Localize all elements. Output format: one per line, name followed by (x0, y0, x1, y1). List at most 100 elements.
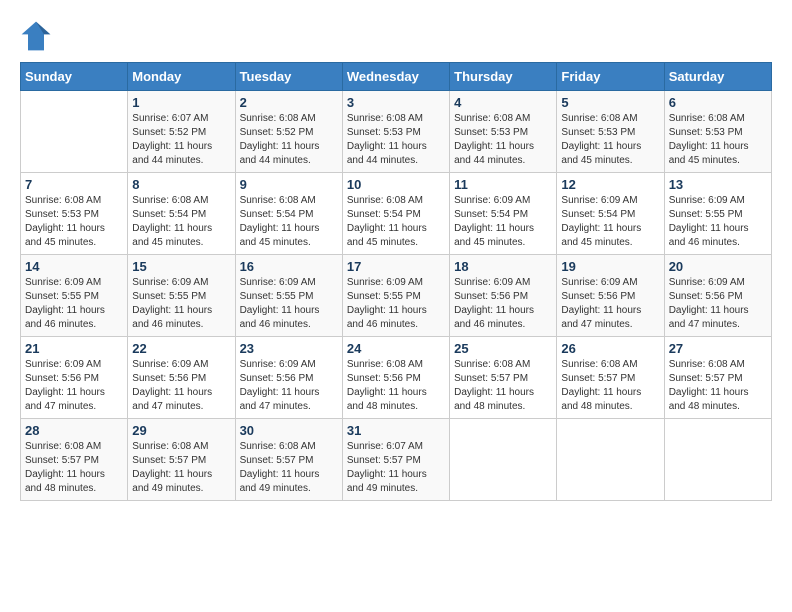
day-number: 12 (561, 177, 659, 192)
day-info: Sunrise: 6:09 AM Sunset: 5:55 PM Dayligh… (347, 276, 445, 332)
logo (20, 20, 56, 52)
day-info: Sunrise: 6:09 AM Sunset: 5:55 PM Dayligh… (240, 276, 338, 332)
day-number: 19 (561, 259, 659, 274)
page-header (20, 20, 772, 52)
day-info: Sunrise: 6:08 AM Sunset: 5:53 PM Dayligh… (561, 112, 659, 168)
day-info: Sunrise: 6:08 AM Sunset: 5:52 PM Dayligh… (240, 112, 338, 168)
day-cell: 29 Sunrise: 6:08 AM Sunset: 5:57 PM Dayli… (128, 419, 235, 501)
day-info: Sunrise: 6:09 AM Sunset: 5:55 PM Dayligh… (132, 276, 230, 332)
day-info: Sunrise: 6:09 AM Sunset: 5:56 PM Dayligh… (669, 276, 767, 332)
day-cell: 23Sunrise: 6:09 AM Sunset: 5:56 PM Dayli… (235, 337, 342, 419)
day-cell: 21 Sunrise: 6:09 AM Sunset: 5:56 PM Dayli… (21, 337, 128, 419)
day-info: Sunrise: 6:08 AM Sunset: 5:53 PM Dayligh… (669, 112, 767, 168)
day-number: 10 (347, 177, 445, 192)
day-number: 28 (25, 423, 123, 438)
day-cell: 31 Sunrise: 6:07 AM Sunset: 5:57 PM Dayli… (342, 419, 449, 501)
day-number: 5 (561, 95, 659, 110)
week-row-5: 28 Sunrise: 6:08 AM Sunset: 5:57 PM Dayli… (21, 419, 772, 501)
week-row-2: 7 Sunrise: 6:08 AM Sunset: 5:53 PM Daylig… (21, 173, 772, 255)
day-info: Sunrise: 6:09 AM Sunset: 5:55 PM Dayligh… (669, 194, 767, 250)
day-cell (664, 419, 771, 501)
day-cell: 25Sunrise: 6:08 AM Sunset: 5:57 PM Dayli… (450, 337, 557, 419)
calendar-table: SundayMondayTuesdayWednesdayThursdayFrid… (20, 62, 772, 501)
day-info: Sunrise: 6:08 AM Sunset: 5:57 PM Dayligh… (132, 440, 230, 496)
day-cell: 3Sunrise: 6:08 AM Sunset: 5:53 PM Daylig… (342, 91, 449, 173)
day-cell: 18 Sunrise: 6:09 AM Sunset: 5:56 PM Dayli… (450, 255, 557, 337)
header-cell-friday: Friday (557, 63, 664, 91)
day-info: Sunrise: 6:08 AM Sunset: 5:57 PM Dayligh… (669, 358, 767, 414)
day-cell: 16 Sunrise: 6:09 AM Sunset: 5:55 PM Dayli… (235, 255, 342, 337)
day-cell (450, 419, 557, 501)
day-number: 26 (561, 341, 659, 356)
day-cell: 7 Sunrise: 6:08 AM Sunset: 5:53 PM Daylig… (21, 173, 128, 255)
day-number: 6 (669, 95, 767, 110)
day-info: Sunrise: 6:08 AM Sunset: 5:53 PM Dayligh… (347, 112, 445, 168)
week-row-1: 1 Sunrise: 6:07 AM Sunset: 5:52 PM Daylig… (21, 91, 772, 173)
day-cell: 13 Sunrise: 6:09 AM Sunset: 5:55 PM Dayli… (664, 173, 771, 255)
day-cell: 9 Sunrise: 6:08 AM Sunset: 5:54 PM Daylig… (235, 173, 342, 255)
day-info: Sunrise: 6:08 AM Sunset: 5:57 PM Dayligh… (454, 358, 552, 414)
day-cell: 28 Sunrise: 6:08 AM Sunset: 5:57 PM Dayli… (21, 419, 128, 501)
day-info: Sunrise: 6:07 AM Sunset: 5:52 PM Dayligh… (132, 112, 230, 168)
day-info: Sunrise: 6:08 AM Sunset: 5:54 PM Dayligh… (240, 194, 338, 250)
day-number: 7 (25, 177, 123, 192)
day-cell: 27 Sunrise: 6:08 AM Sunset: 5:57 PM Dayli… (664, 337, 771, 419)
day-number: 27 (669, 341, 767, 356)
day-cell: 1 Sunrise: 6:07 AM Sunset: 5:52 PM Daylig… (128, 91, 235, 173)
day-cell: 24 Sunrise: 6:08 AM Sunset: 5:56 PM Dayli… (342, 337, 449, 419)
day-number: 24 (347, 341, 445, 356)
day-info: Sunrise: 6:09 AM Sunset: 5:56 PM Dayligh… (454, 276, 552, 332)
day-cell: 2Sunrise: 6:08 AM Sunset: 5:52 PM Daylig… (235, 91, 342, 173)
day-info: Sunrise: 6:08 AM Sunset: 5:53 PM Dayligh… (454, 112, 552, 168)
day-cell: 8Sunrise: 6:08 AM Sunset: 5:54 PM Daylig… (128, 173, 235, 255)
day-number: 21 (25, 341, 123, 356)
day-info: Sunrise: 6:08 AM Sunset: 5:54 PM Dayligh… (132, 194, 230, 250)
day-cell: 14Sunrise: 6:09 AM Sunset: 5:55 PM Dayli… (21, 255, 128, 337)
day-cell: 15 Sunrise: 6:09 AM Sunset: 5:55 PM Dayli… (128, 255, 235, 337)
day-info: Sunrise: 6:09 AM Sunset: 5:54 PM Dayligh… (454, 194, 552, 250)
day-number: 23 (240, 341, 338, 356)
header-cell-saturday: Saturday (664, 63, 771, 91)
day-cell: 17 Sunrise: 6:09 AM Sunset: 5:55 PM Dayli… (342, 255, 449, 337)
header-cell-thursday: Thursday (450, 63, 557, 91)
day-number: 13 (669, 177, 767, 192)
day-info: Sunrise: 6:07 AM Sunset: 5:57 PM Dayligh… (347, 440, 445, 496)
day-info: Sunrise: 6:09 AM Sunset: 5:56 PM Dayligh… (25, 358, 123, 414)
day-number: 1 (132, 95, 230, 110)
day-number: 16 (240, 259, 338, 274)
calendar-header: SundayMondayTuesdayWednesdayThursdayFrid… (21, 63, 772, 91)
day-number: 17 (347, 259, 445, 274)
day-info: Sunrise: 6:09 AM Sunset: 5:56 PM Dayligh… (132, 358, 230, 414)
day-number: 31 (347, 423, 445, 438)
day-number: 22 (132, 341, 230, 356)
day-cell: 30Sunrise: 6:08 AM Sunset: 5:57 PM Dayli… (235, 419, 342, 501)
day-number: 30 (240, 423, 338, 438)
day-info: Sunrise: 6:08 AM Sunset: 5:53 PM Dayligh… (25, 194, 123, 250)
week-row-3: 14Sunrise: 6:09 AM Sunset: 5:55 PM Dayli… (21, 255, 772, 337)
header-cell-tuesday: Tuesday (235, 63, 342, 91)
day-cell: 19 Sunrise: 6:09 AM Sunset: 5:56 PM Dayli… (557, 255, 664, 337)
day-info: Sunrise: 6:09 AM Sunset: 5:55 PM Dayligh… (25, 276, 123, 332)
day-cell: 4Sunrise: 6:08 AM Sunset: 5:53 PM Daylig… (450, 91, 557, 173)
day-cell: 20 Sunrise: 6:09 AM Sunset: 5:56 PM Dayli… (664, 255, 771, 337)
day-info: Sunrise: 6:09 AM Sunset: 5:56 PM Dayligh… (561, 276, 659, 332)
header-cell-sunday: Sunday (21, 63, 128, 91)
day-number: 20 (669, 259, 767, 274)
day-number: 9 (240, 177, 338, 192)
day-number: 15 (132, 259, 230, 274)
calendar-body: 1 Sunrise: 6:07 AM Sunset: 5:52 PM Daylig… (21, 91, 772, 501)
header-cell-monday: Monday (128, 63, 235, 91)
day-number: 18 (454, 259, 552, 274)
day-cell: 26 Sunrise: 6:08 AM Sunset: 5:57 PM Dayli… (557, 337, 664, 419)
day-info: Sunrise: 6:08 AM Sunset: 5:56 PM Dayligh… (347, 358, 445, 414)
day-info: Sunrise: 6:08 AM Sunset: 5:57 PM Dayligh… (561, 358, 659, 414)
day-number: 11 (454, 177, 552, 192)
header-cell-wednesday: Wednesday (342, 63, 449, 91)
day-info: Sunrise: 6:08 AM Sunset: 5:54 PM Dayligh… (347, 194, 445, 250)
week-row-4: 21 Sunrise: 6:09 AM Sunset: 5:56 PM Dayli… (21, 337, 772, 419)
day-cell (21, 91, 128, 173)
day-cell: 5 Sunrise: 6:08 AM Sunset: 5:53 PM Daylig… (557, 91, 664, 173)
day-number: 29 (132, 423, 230, 438)
header-row: SundayMondayTuesdayWednesdayThursdayFrid… (21, 63, 772, 91)
day-info: Sunrise: 6:08 AM Sunset: 5:57 PM Dayligh… (25, 440, 123, 496)
